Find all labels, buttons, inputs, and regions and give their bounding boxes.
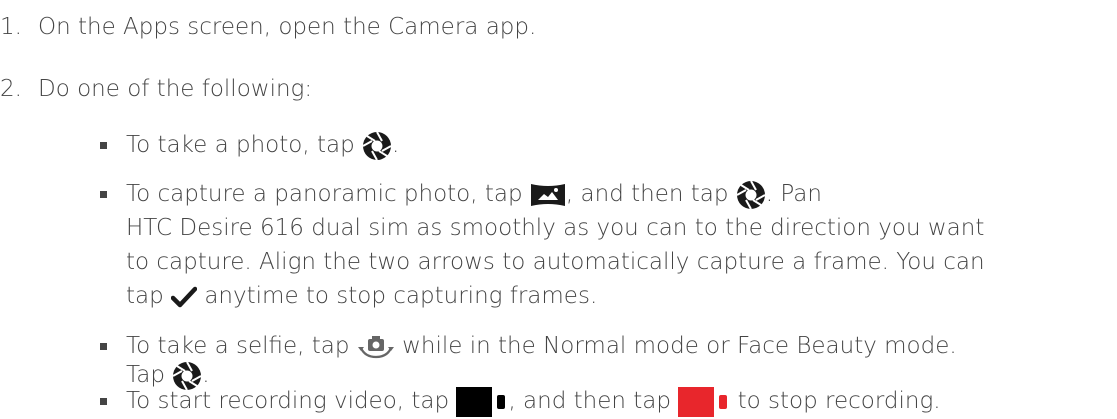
bullet-marker	[100, 191, 107, 198]
bullet-text-end: . Pan	[765, 181, 822, 207]
bullet-text-end: while in the Normal mode or Face Beauty …	[394, 333, 957, 359]
switch-camera-icon	[357, 334, 395, 360]
bullet-text-end: to stop recording.	[730, 388, 941, 414]
camera-shutter-icon	[362, 131, 392, 161]
bullet-text: To take a selfie, tap	[126, 333, 357, 359]
bullet-marker	[100, 142, 107, 149]
bullet-panorama-line-3: to capture. Align the two arrows to auto…	[126, 249, 985, 275]
bullet-text: To take a photo, tap	[126, 132, 362, 158]
bullet-text-mid: , and then tap	[508, 388, 679, 414]
camera-shutter-icon	[736, 180, 766, 210]
step-number: 1.	[0, 14, 22, 40]
bullet-panorama-line-4: tap anytime to stop capturing frames.	[126, 279, 597, 313]
instruction-page: 1. On the Apps screen, open the Camera a…	[0, 0, 1117, 419]
step-text: On the Apps screen, open the Camera app.	[38, 14, 537, 40]
checkmark-icon	[171, 286, 198, 308]
bullet-marker	[100, 398, 107, 405]
bullet-text: To start recording video, tap	[126, 388, 457, 414]
panorama-mode-icon	[530, 182, 566, 208]
line-text: tap	[126, 283, 172, 309]
line-text-end: anytime to stop capturing frames.	[197, 283, 598, 309]
video-record-icon	[456, 386, 508, 417]
video-stop-icon	[678, 386, 730, 417]
bullet-text-end: .	[392, 132, 400, 158]
bullet-marker	[100, 343, 107, 350]
bullet-panorama-line-2: HTC Desire 616 dual sim as smoothly as y…	[126, 215, 985, 241]
step-text: Do one of the following:	[38, 76, 313, 102]
bullet-text: To capture a panoramic photo, tap	[126, 181, 530, 207]
bullet-text-mid: , and then tap	[565, 181, 736, 207]
step-number: 2.	[0, 76, 22, 102]
